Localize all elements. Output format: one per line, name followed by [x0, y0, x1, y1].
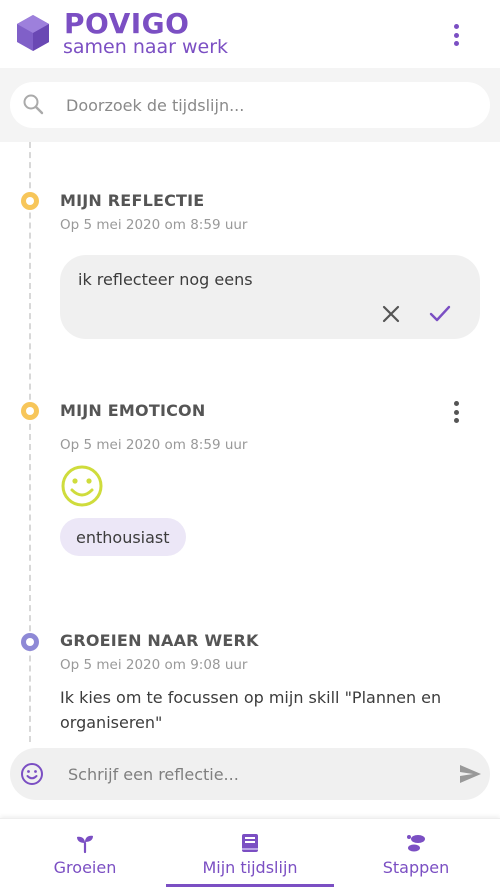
nav-label-groeien: Groeien [53, 857, 117, 877]
growth-text: Ik kies om te focussen op mijn skill "Pl… [60, 688, 442, 732]
more-vertical-dot [453, 32, 459, 38]
more-vertical-dot [453, 418, 459, 423]
nav-active-indicator [166, 884, 334, 887]
emoji-icon[interactable] [20, 762, 44, 786]
emotion-tag: enthousiast [60, 518, 186, 556]
nav-tab-groeien[interactable]: Groeien [30, 819, 140, 888]
search-input[interactable] [66, 84, 466, 126]
reflection-text[interactable]: ik reflecteer nog eens [78, 270, 253, 289]
book-icon [242, 833, 258, 852]
more-vertical-icon [453, 401, 459, 406]
reflection-input[interactable] [68, 752, 438, 796]
timeline-dot-reflectie [21, 192, 39, 210]
brand-tagline: samen naar werk [63, 36, 229, 58]
item-date-reflectie: Op 5 mei 2020 om 8:59 uur [60, 217, 248, 233]
nav-tab-stappen[interactable]: Stappen [360, 819, 472, 888]
emoticon-menu-button[interactable] [446, 397, 466, 427]
header-menu-button[interactable] [446, 20, 466, 50]
timeline-dot-emoticon [21, 402, 39, 420]
item-date-emoticon: Op 5 mei 2020 om 8:59 uur [60, 437, 248, 453]
app-header: POVIGO samen naar werk [0, 0, 500, 68]
nav-tab-mijn-tijdslijn[interactable]: Mijn tijdslijn [166, 819, 334, 888]
send-icon[interactable] [458, 763, 482, 785]
more-vertical-dot [453, 409, 459, 415]
povigo-logo-icon [17, 15, 49, 51]
item-title-groeien: GROEIEN NAAR WERK [60, 631, 259, 650]
timeline-dot-groeien [21, 633, 39, 651]
search-icon [23, 94, 44, 115]
check-icon[interactable] [428, 303, 452, 325]
item-title-reflectie: MIJN REFLECTIE [60, 191, 205, 210]
sprout-icon [77, 835, 93, 853]
bottom-navigation: Groeien Mijn tijdslijn Stappen [0, 818, 500, 888]
smiley-icon [61, 465, 103, 507]
more-vertical-icon [453, 24, 459, 29]
footsteps-icon [407, 834, 425, 851]
reflection-edit-card[interactable] [60, 255, 480, 339]
close-icon[interactable] [380, 303, 402, 325]
nav-label-mijn-tijdslijn: Mijn tijdslijn [202, 857, 298, 877]
item-title-emoticon: MIJN EMOTICON [60, 401, 206, 420]
more-vertical-dot [453, 41, 459, 46]
timeline-line [29, 142, 31, 742]
brand-title: POVIGO [64, 7, 190, 40]
item-date-groeien: Op 5 mei 2020 om 9:08 uur [60, 657, 248, 673]
app-root: POVIGO samen naar werk MIJN REFLECTIE Op… [0, 0, 500, 888]
nav-label-stappen: Stappen [382, 857, 450, 877]
